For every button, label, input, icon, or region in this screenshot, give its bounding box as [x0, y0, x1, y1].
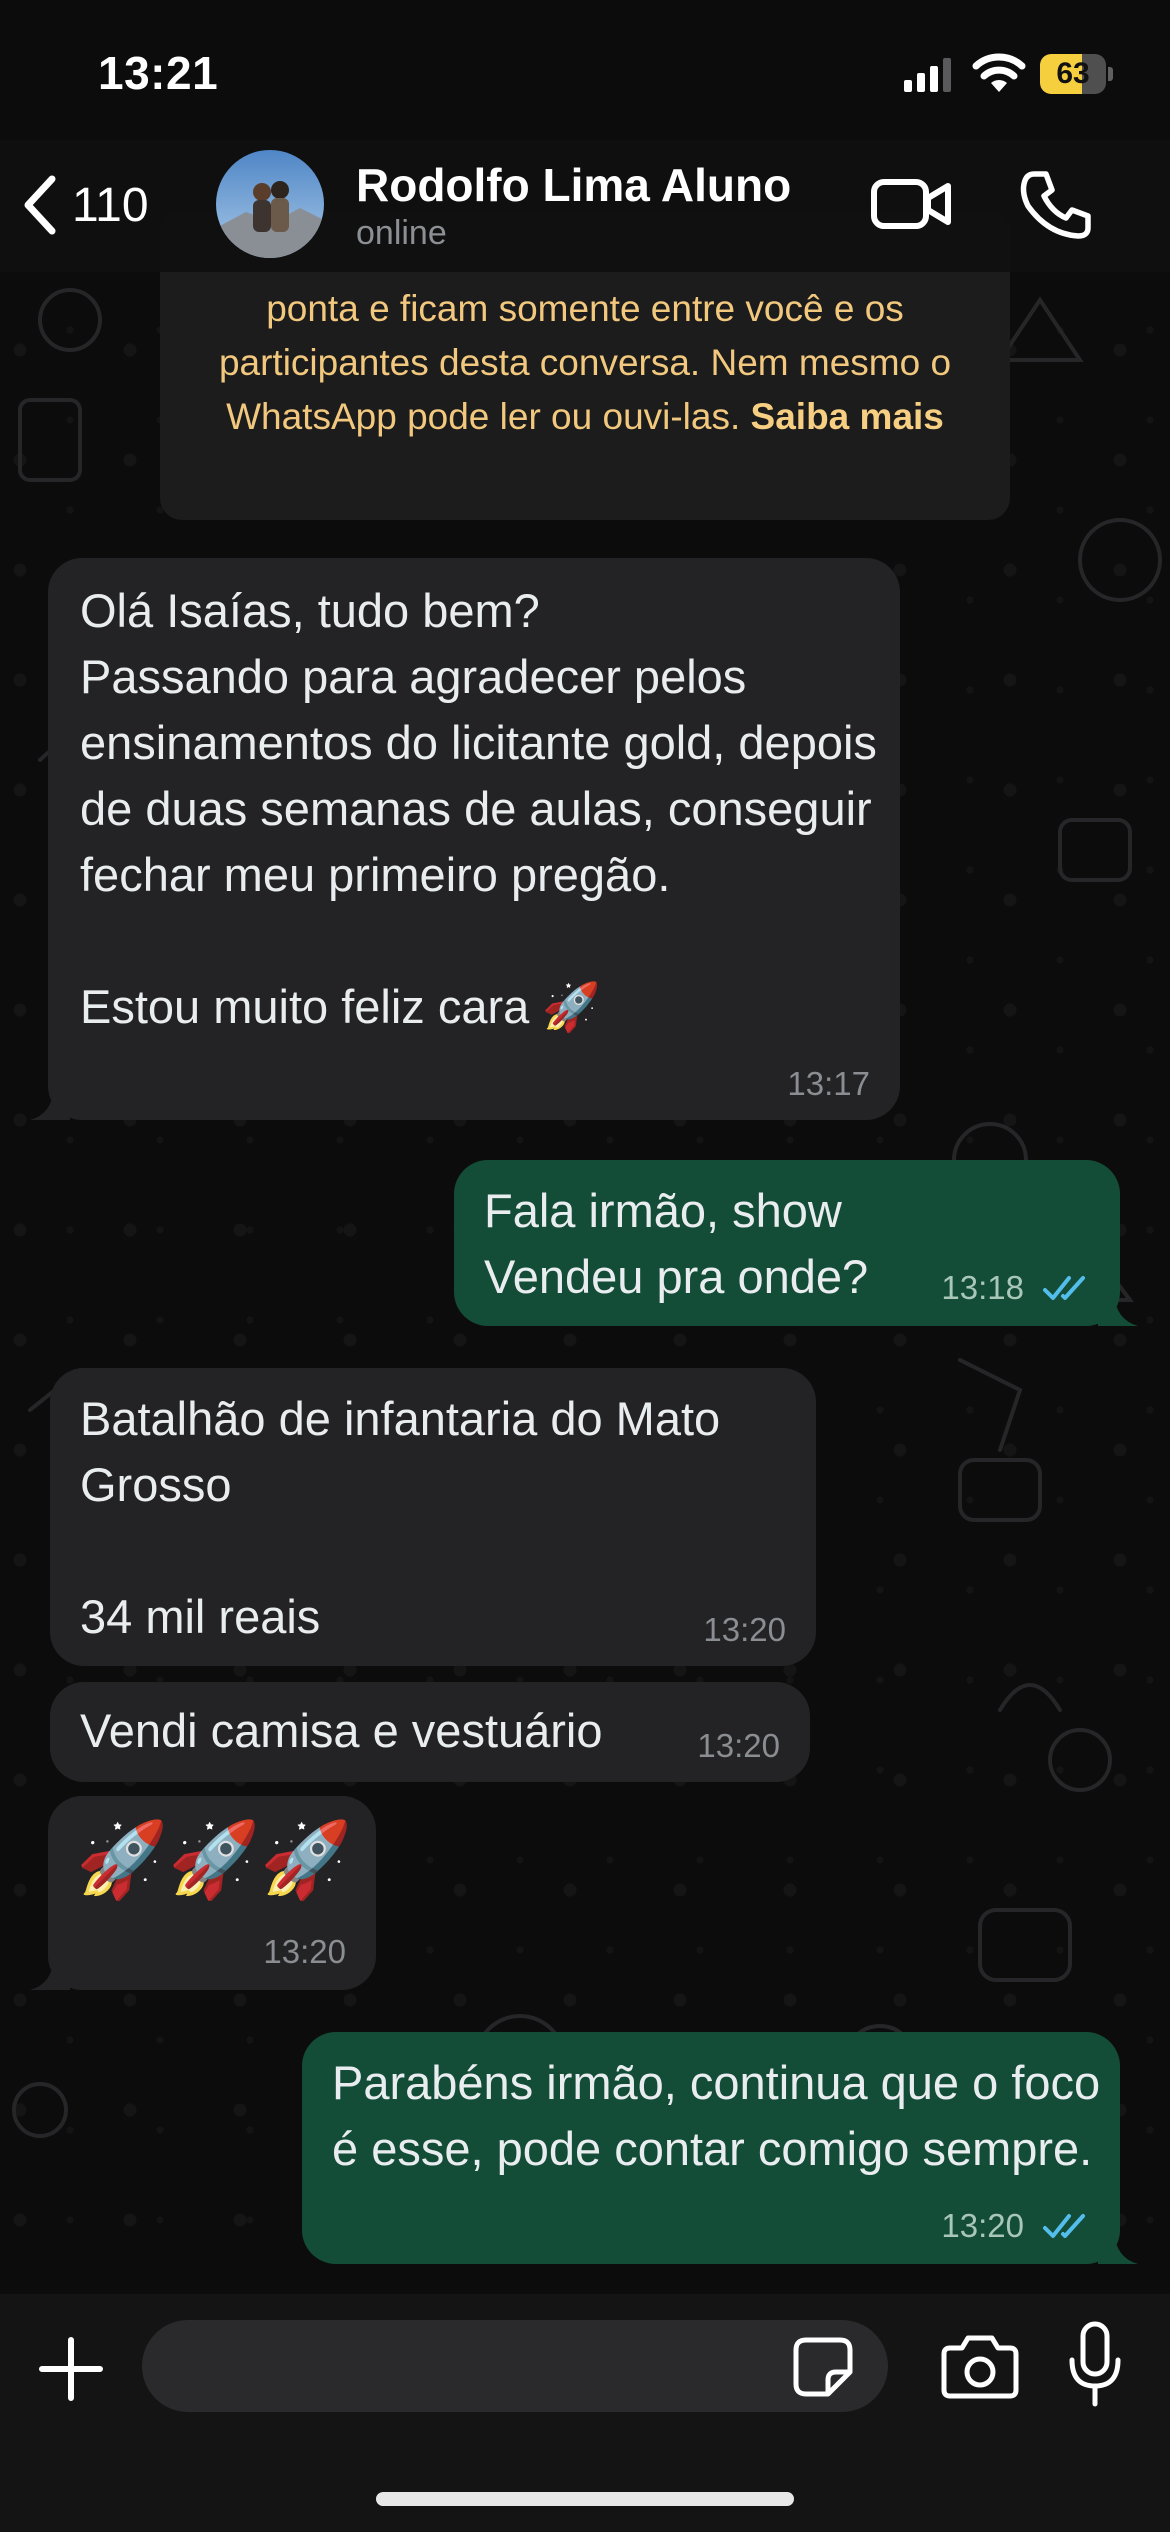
home-indicator[interactable]: [376, 2492, 794, 2506]
avatar-photo: [216, 150, 324, 258]
battery-cap: [1108, 67, 1113, 81]
bubble-tail: [30, 1950, 70, 1990]
chat-header: 110 Rodolfo Lima Aluno online: [0, 140, 1170, 272]
incoming-message[interactable]: Batalhão de infantaria do Mato Grosso 34…: [50, 1368, 816, 1666]
message-time: 13:20: [703, 1611, 786, 1648]
video-call-button[interactable]: [870, 168, 954, 240]
incoming-message[interactable]: 🚀🚀🚀 13:20: [30, 1796, 376, 1990]
battery-icon: 63: [1040, 54, 1106, 94]
camera-icon: [941, 2335, 1019, 2399]
plus-icon: [39, 2337, 103, 2401]
incoming-message[interactable]: Vendi camisa e vestuário 13:20: [50, 1682, 810, 1782]
message-time: 13:18: [941, 1269, 1024, 1306]
unread-chats-count: 110: [72, 178, 149, 232]
outgoing-message[interactable]: Parabéns irmão, continua que o foco é es…: [302, 2032, 1138, 2264]
encryption-notice-text: ponta e ficam somente entre você e os pa…: [180, 282, 990, 444]
status-bar: 13:21 63: [0, 0, 1170, 140]
camera-button[interactable]: [940, 2330, 1020, 2402]
microphone-button[interactable]: [1068, 2320, 1122, 2410]
contact-status: online: [356, 214, 447, 252]
message-text: Olá Isaías, tudo bem? Passando para agra…: [80, 584, 877, 1033]
message-input[interactable]: [142, 2320, 888, 2412]
wifi-icon: [972, 53, 1026, 92]
sticker-icon: [793, 2337, 853, 2397]
attach-button[interactable]: [36, 2334, 106, 2404]
contact-avatar[interactable]: [216, 150, 324, 258]
bubble-tail: [1098, 2224, 1138, 2264]
message-text: Batalhão de infantaria do Mato Grosso 34…: [80, 1392, 721, 1643]
sticker-button[interactable]: [792, 2336, 854, 2398]
outgoing-message[interactable]: Fala irmão, show Vendeu pra onde? 13:18: [454, 1160, 1138, 1326]
back-button[interactable]: 110: [18, 160, 188, 250]
message-time: 13:20: [697, 1727, 780, 1764]
status-clock: 13:21: [98, 47, 219, 99]
incoming-message[interactable]: Olá Isaías, tudo bem? Passando para agra…: [30, 558, 900, 1120]
cellular-signal-icon: [904, 58, 951, 92]
message-time: 13:20: [941, 2207, 1024, 2244]
bubble-tail: [30, 1080, 70, 1120]
battery-indicator: 63: [1040, 54, 1113, 94]
message-text: Vendi camisa e vestuário: [80, 1704, 603, 1757]
message-text: Parabéns irmão, continua que o foco é es…: [332, 2056, 1101, 2175]
bubble-tail: [1098, 1286, 1138, 1326]
battery-percent: 63: [1056, 57, 1090, 90]
message-time: 13:17: [787, 1065, 870, 1102]
contact-name[interactable]: Rodolfo Lima Aluno: [356, 158, 791, 212]
voice-call-button[interactable]: [1018, 166, 1094, 242]
phone-icon: [1020, 171, 1091, 239]
message-composer: [0, 2294, 1170, 2532]
emoji-message: 🚀🚀🚀: [76, 1818, 353, 1901]
chevron-left-icon: [24, 175, 56, 235]
double-check-icon: [1043, 2214, 1085, 2238]
microphone-icon: [1069, 2321, 1121, 2407]
message-time: 13:20: [263, 1933, 346, 1970]
learn-more-link[interactable]: Saiba mais: [751, 396, 944, 437]
video-camera-icon: [871, 179, 951, 229]
double-check-icon: [1043, 1276, 1085, 1300]
